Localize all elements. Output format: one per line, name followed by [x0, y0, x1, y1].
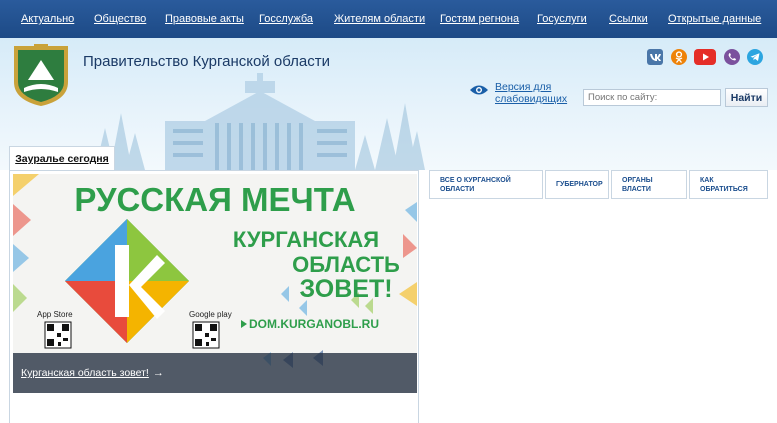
app-store-label: App Store [37, 310, 73, 319]
banner-headline: РУССКАЯ МЕЧТА [74, 181, 355, 218]
banner-line-2: ОБЛАСТЬ [292, 252, 400, 277]
nav-item-zhitelyam[interactable]: Жителям области [334, 13, 425, 25]
tab-zaurale-segodnya[interactable]: Зауралье сегодня [9, 146, 115, 171]
banner-line-1: КУРГАНСКАЯ [233, 227, 379, 252]
banner-url: DOM.KURGANOBL.RU [249, 317, 379, 331]
government-building-illustration [95, 73, 425, 170]
banner-line-3: ЗОВЕТ! [299, 275, 392, 303]
telegram-icon[interactable] [747, 49, 763, 65]
search-button[interactable]: Найти [725, 88, 768, 107]
viber-icon[interactable] [724, 49, 740, 65]
qr-code-icon [192, 321, 220, 349]
google-play-label: Google play [189, 310, 232, 319]
top-navigation: Актуально Общество Правовые акты Госслуж… [0, 0, 777, 38]
news-panel: РУССКАЯ МЕЧТА КУРГАНСКАЯ ОБЛАСТЬ ЗОВЕТ! … [9, 170, 419, 423]
banner-caption: Курганская область зовет! → [13, 353, 417, 393]
quick-link-authorities[interactable]: ОРГАНЫ ВЛАСТИ [611, 170, 687, 199]
nav-item-ssylki[interactable]: Ссылки [609, 13, 648, 25]
nav-item-obshchestvo[interactable]: Общество [94, 13, 146, 25]
banner-caption-link[interactable]: Курганская область зовет! [21, 367, 149, 379]
quick-link-about-region[interactable]: ВСЕ О КУРГАНСКОЙ ОБЛАСТИ [429, 170, 543, 199]
qr-code-icon [44, 321, 72, 349]
quick-link-how-to-contact[interactable]: КАК ОБРАТИТЬСЯ [689, 170, 768, 199]
nav-item-gossluzhba[interactable]: Госслужба [259, 13, 313, 25]
nav-item-gostyam[interactable]: Гостям регнона [440, 13, 519, 25]
kurgan-oblast-crest-icon [14, 44, 68, 106]
promo-banner[interactable]: РУССКАЯ МЕЧТА КУРГАНСКАЯ ОБЛАСТЬ ЗОВЕТ! … [13, 174, 417, 393]
nav-item-gosuslugi[interactable]: Госуслуги [537, 13, 587, 25]
site-title: Правительство Курганской области [83, 53, 331, 70]
vision-impaired-version-link[interactable]: Версия для слабовидящих [469, 81, 567, 105]
quick-link-governor[interactable]: ГУБЕРНАТОР [545, 170, 609, 199]
right-content-area [429, 199, 769, 423]
nav-item-otkrytye-dannye[interactable]: Открытые данные [668, 13, 761, 25]
vision-impaired-label[interactable]: Версия для слабовидящих [495, 81, 567, 105]
youtube-icon[interactable] [694, 49, 716, 65]
nav-item-aktualno[interactable]: Актуально [21, 13, 74, 25]
search-input[interactable] [583, 89, 721, 106]
eye-icon [470, 85, 488, 95]
nav-item-pravovye-akty[interactable]: Правовые акты [165, 13, 244, 25]
odnoklassniki-icon[interactable] [671, 49, 687, 65]
site-header: Правительство Курганской области Версия … [0, 38, 777, 170]
vk-icon[interactable] [647, 49, 663, 65]
arrow-right-icon: → [152, 367, 164, 379]
